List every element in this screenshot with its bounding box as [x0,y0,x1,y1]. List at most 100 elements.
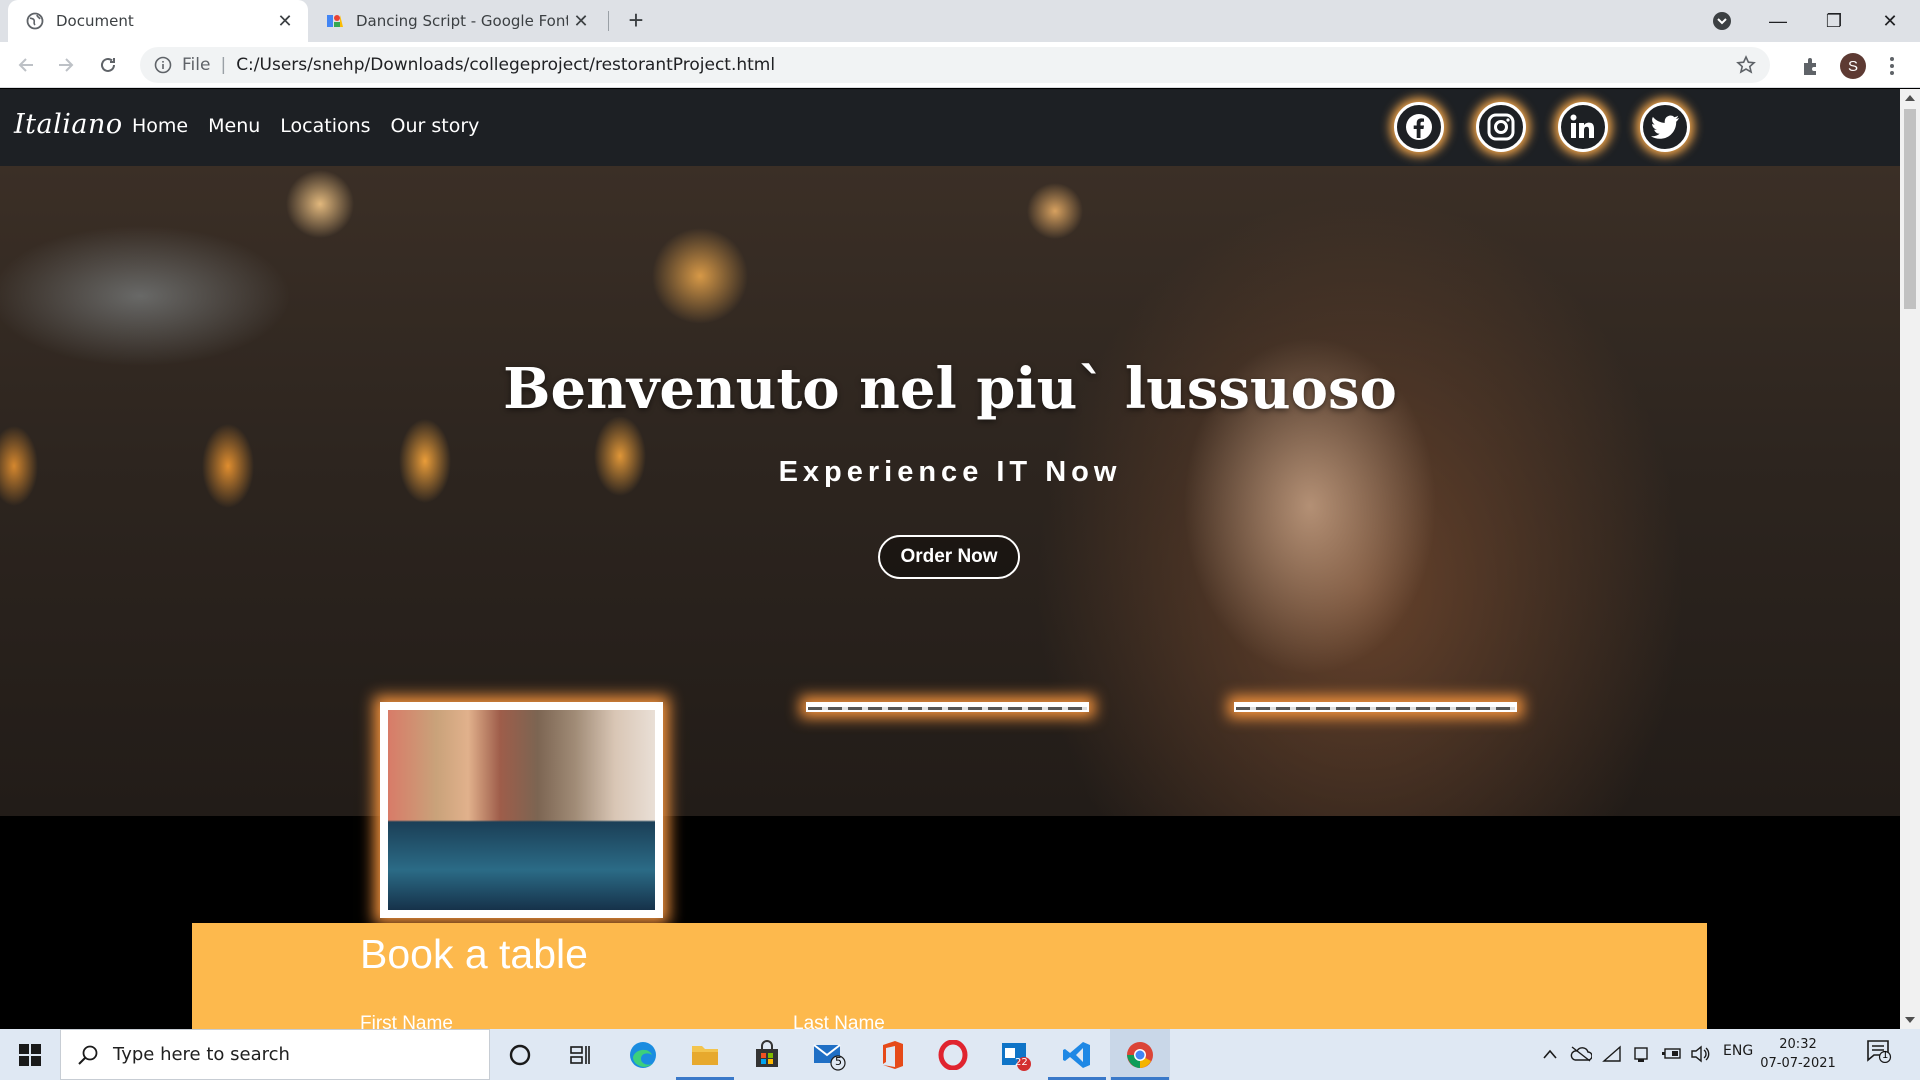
twitter-icon [1651,115,1679,139]
volume-icon[interactable] [1690,1045,1710,1063]
reload-icon [101,57,115,72]
restore-button[interactable]: ❐ [1806,0,1862,42]
hero-subtitle: Experience IT Now [778,456,1122,488]
location-card-image[interactable] [380,702,663,918]
site-logo[interactable]: Italiano [14,109,123,140]
new-tab-button[interactable]: + [622,5,650,35]
tab-document[interactable]: Document ✕ [8,0,308,42]
close-window-button[interactable]: ✕ [1862,0,1918,42]
booking-title: Book a table [360,931,588,977]
order-now-button[interactable]: Order Now [878,535,1020,579]
battery-icon[interactable] [1660,1046,1682,1062]
arrow-right-icon [59,58,74,72]
mail-app[interactable]: 5 [812,1038,846,1072]
mail-badge: 5 [835,1055,842,1068]
vscode-icon [1063,1042,1090,1068]
nav-home[interactable]: Home [132,115,188,137]
scroll-thumb[interactable] [1904,109,1916,309]
page-viewport: Italiano Home Menu Locations Our story B… [0,89,1900,1029]
tab-label: Document [56,12,134,30]
url-divider: | [220,55,227,75]
scroll-up-arrow[interactable] [1905,95,1915,101]
search-placeholder: Type here to search [113,1044,290,1065]
linkedin-icon [1570,114,1594,138]
hero-title: Benvenuto nel piu` lussuoso [503,356,1397,422]
notification-count: 1 [1882,1050,1889,1061]
extensions-puzzle-icon[interactable] [1800,55,1822,77]
task-view-icon [570,1046,590,1064]
file-explorer-app[interactable] [676,1038,734,1080]
booking-section: Book a table First Name Last Name [192,923,1707,1029]
tab-search-icon[interactable] [1710,9,1734,33]
task-view-button[interactable] [563,1038,597,1072]
card-content-strip [1236,707,1515,710]
edge-app[interactable] [626,1038,660,1072]
meet-now-icon[interactable] [1632,1045,1650,1063]
info-icon[interactable] [154,56,172,74]
globe-icon [26,12,44,30]
taskbar-clock[interactable]: 20:32 07-07-2021 [1758,1035,1838,1073]
nav-locations[interactable]: Locations [280,115,370,137]
twitter-button[interactable] [1640,102,1690,152]
search-icon [78,1045,98,1065]
cortana-circle-icon [509,1044,531,1066]
minimize-button[interactable]: — [1750,0,1806,42]
url-text: C:/Users/snehp/Downloads/collegeproject/… [236,55,776,75]
windows-taskbar: Type here to search 5 22 ENG 20:32 07-07… [0,1029,1920,1080]
more-menu-icon[interactable] [1882,53,1902,79]
page-scrollbar[interactable] [1900,89,1920,1029]
hero-section: Benvenuto nel piu` lussuoso Experience I… [0,166,1900,816]
forward-button[interactable] [52,51,80,79]
nav-menu[interactable]: Menu [208,115,260,137]
windows-logo-icon [19,1043,41,1066]
outlook-badge: 22 [1015,1057,1028,1068]
clock-date: 07-07-2021 [1760,1056,1836,1071]
address-bar[interactable]: File | C:/Users/snehp/Downloads/collegep… [140,47,1770,83]
location-card[interactable] [1234,702,1517,712]
wifi-icon[interactable] [1602,1045,1622,1063]
instagram-icon [1487,113,1515,141]
close-tab-icon[interactable]: ✕ [272,8,298,34]
back-button[interactable] [12,51,40,79]
profile-avatar[interactable]: S [1840,53,1866,79]
card-content-strip [808,707,1087,710]
cortana-button[interactable] [503,1038,537,1072]
instagram-button[interactable] [1476,102,1526,152]
browser-tab-strip: Document ✕ Dancing Script - Google Fonts… [0,0,1920,42]
action-center-button[interactable]: 1 [1866,1039,1900,1071]
location-card[interactable] [806,702,1089,712]
google-fonts-icon [327,15,343,27]
nav-our-story[interactable]: Our story [391,115,480,137]
url-scheme: File [182,55,211,75]
chrome-icon [1127,1042,1153,1068]
reload-button[interactable] [94,51,122,79]
bookmark-star-icon[interactable] [1736,55,1756,75]
start-button[interactable] [0,1029,60,1080]
office-icon [883,1041,903,1069]
tab-separator [608,11,609,31]
arrow-left-icon [18,58,33,72]
browser-toolbar: File | C:/Users/snehp/Downloads/collegep… [0,42,1920,88]
scroll-down-arrow[interactable] [1905,1017,1915,1023]
outlook-app[interactable]: 22 [998,1038,1032,1072]
language-indicator[interactable]: ENG [1723,1043,1753,1059]
taskbar-search-box[interactable]: Type here to search [60,1029,490,1080]
first-name-label: First Name [360,1013,453,1029]
edge-icon [630,1042,656,1068]
clock-time: 20:32 [1779,1037,1817,1052]
store-app[interactable] [750,1038,784,1072]
store-bag-icon [756,1040,778,1067]
linkedin-button[interactable] [1558,102,1608,152]
onedrive-icon[interactable] [1570,1045,1592,1063]
facebook-icon [1406,114,1432,140]
chevron-up-icon[interactable] [1542,1048,1558,1060]
vscode-app[interactable] [1048,1038,1106,1080]
chrome-app[interactable] [1111,1038,1169,1080]
close-tab-icon[interactable]: ✕ [568,8,594,34]
folder-icon [692,1046,718,1065]
facebook-button[interactable] [1394,102,1444,152]
opera-app[interactable] [936,1038,970,1072]
last-name-label: Last Name [793,1013,885,1029]
office-app[interactable] [874,1038,908,1072]
tab-google-fonts[interactable]: Dancing Script - Google Fonts ✕ [312,0,604,42]
